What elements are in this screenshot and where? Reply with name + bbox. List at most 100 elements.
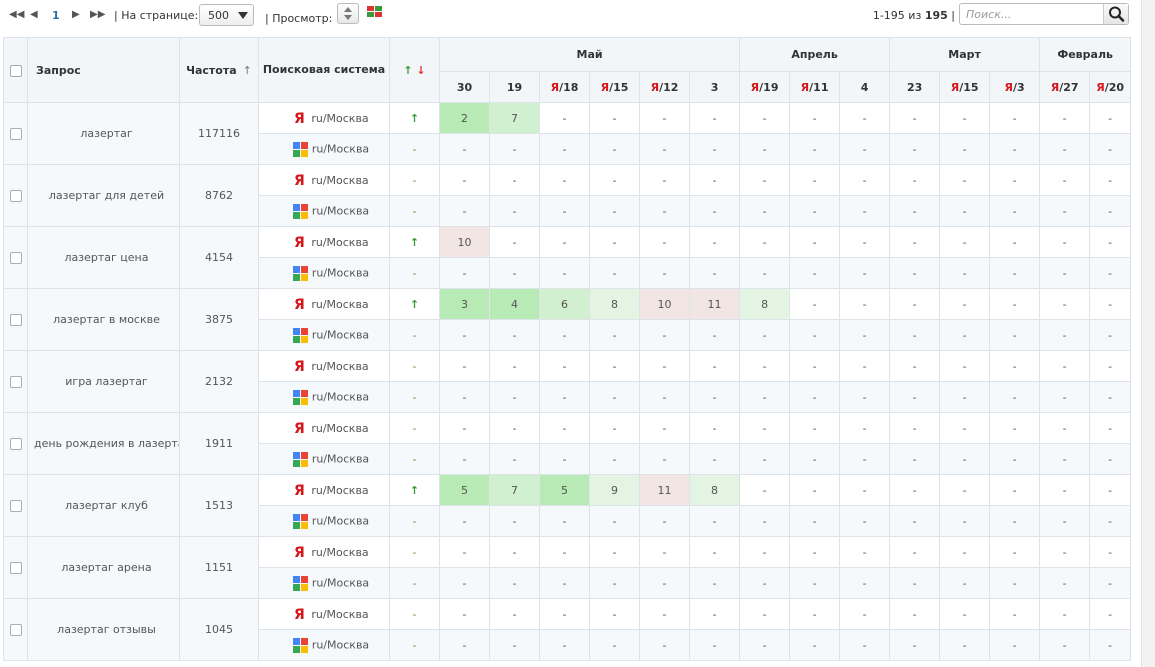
position-cell: - [489, 536, 540, 568]
page-scrollbar[interactable] [1141, 0, 1155, 667]
select-all-checkbox[interactable] [9, 64, 22, 77]
toolbar: ◀◀ ◀ 1 ▶ ▶▶ | На странице: 500 | Просмот… [0, 0, 1140, 34]
query-cell: лазертаг в москве [27, 288, 180, 351]
position-value: - [462, 359, 467, 373]
date-header[interactable]: Я/19 [739, 71, 791, 103]
position-cell: - [489, 164, 540, 196]
date-header[interactable]: Я/18 [539, 71, 590, 103]
position-value: - [562, 173, 567, 187]
position-value: - [862, 607, 867, 621]
google-icon [292, 637, 308, 653]
row-checkbox[interactable] [9, 252, 22, 264]
position-cell: - [589, 505, 640, 537]
trend-up-icon: ↑ [409, 235, 420, 249]
google-icon [292, 389, 308, 405]
position-value: - [712, 142, 717, 156]
position-value: - [812, 359, 817, 373]
position-value: - [962, 204, 967, 218]
google-engine-cell: ru/Москва [258, 133, 390, 165]
position-cell: - [789, 567, 841, 599]
row-checkbox[interactable] [9, 500, 22, 512]
date-header[interactable]: Я/12 [639, 71, 690, 103]
header-query[interactable]: Запрос [27, 37, 180, 103]
date-header[interactable]: Я/27 [1039, 71, 1091, 103]
date-header[interactable]: 3 [688, 71, 741, 103]
position-value: 11 [707, 297, 722, 311]
position-cell: - [789, 288, 841, 320]
view-toggle-button[interactable] [337, 3, 359, 24]
position-cell: - [839, 474, 891, 506]
search-input[interactable] [960, 4, 1104, 24]
yandex-icon: Я [293, 172, 305, 189]
date-label: 23 [906, 80, 923, 94]
position-cell: - [889, 102, 941, 134]
position-cell: - [939, 319, 991, 351]
date-header[interactable]: Я/3 [989, 71, 1041, 103]
position-cell: - [489, 443, 540, 475]
position-value: - [862, 483, 867, 497]
first-page-icon[interactable]: ◀◀ [9, 9, 24, 20]
current-page[interactable]: 1 [52, 9, 60, 22]
row-checkbox[interactable] [9, 562, 22, 574]
position-cell: - [589, 350, 640, 382]
trend-cell: ↑ [389, 474, 440, 506]
row-checkbox[interactable] [9, 128, 22, 140]
position-value: - [612, 390, 617, 404]
header-engine[interactable]: Поисковая система [258, 37, 390, 103]
prev-page-icon[interactable]: ◀ [30, 9, 38, 20]
google-icon [292, 141, 308, 157]
frequency-cell: 117116 [179, 102, 259, 165]
date-header[interactable]: 4 [839, 71, 891, 103]
position-value: 10 [457, 235, 472, 249]
position-cell: - [1039, 474, 1091, 506]
position-cell: - [1039, 288, 1091, 320]
position-value: - [1062, 545, 1067, 559]
position-value: - [762, 173, 767, 187]
position-value: - [962, 638, 967, 652]
position-value: - [712, 266, 717, 280]
position-cell: - [688, 536, 741, 568]
position-value: - [612, 142, 617, 156]
search-button[interactable] [1103, 4, 1128, 24]
date-header[interactable]: Я/15 [939, 71, 991, 103]
position-value: - [1108, 576, 1113, 590]
header-frequency[interactable]: Частота ↑ [179, 37, 259, 103]
date-header[interactable]: 23 [889, 71, 941, 103]
header-dynamics[interactable]: ↑ ↓ [389, 37, 440, 103]
per-page-label: | На странице: [114, 9, 199, 22]
last-page-icon[interactable]: ▶▶ [90, 9, 105, 20]
row-checkbox[interactable] [9, 314, 22, 326]
position-value: - [662, 235, 667, 249]
position-cell: 8 [589, 288, 640, 320]
date-header[interactable]: 30 [439, 71, 490, 103]
position-cell: - [789, 412, 841, 444]
row-checkbox[interactable] [9, 438, 22, 450]
month-label: Май [576, 48, 603, 61]
position-value: - [912, 266, 917, 280]
trend-none: - [412, 576, 417, 590]
position-value: - [762, 390, 767, 404]
position-value: - [862, 359, 867, 373]
row-checkbox[interactable] [9, 624, 22, 636]
position-value: - [1062, 297, 1067, 311]
position-value: - [862, 297, 867, 311]
date-header[interactable]: Я/11 [789, 71, 841, 103]
date-header[interactable]: Я/20 [1089, 71, 1132, 103]
frequency-value: 8762 [205, 189, 233, 202]
position-cell: - [789, 350, 841, 382]
position-cell: - [639, 102, 690, 134]
row-checkbox[interactable] [9, 376, 22, 388]
row-checkbox[interactable] [9, 190, 22, 202]
month-header: Май [438, 37, 741, 72]
position-value: - [1108, 235, 1113, 249]
position-cell: - [639, 350, 690, 382]
position-cell: - [1089, 164, 1132, 196]
date-header[interactable]: Я/15 [589, 71, 640, 103]
position-value: - [1012, 204, 1017, 218]
grid-view-icon[interactable] [367, 6, 383, 18]
next-page-icon[interactable]: ▶ [72, 9, 80, 20]
position-cell: - [789, 319, 841, 351]
per-page-select[interactable]: 500 [199, 4, 254, 26]
date-label: /15 [959, 80, 979, 94]
date-header[interactable]: 19 [489, 71, 540, 103]
